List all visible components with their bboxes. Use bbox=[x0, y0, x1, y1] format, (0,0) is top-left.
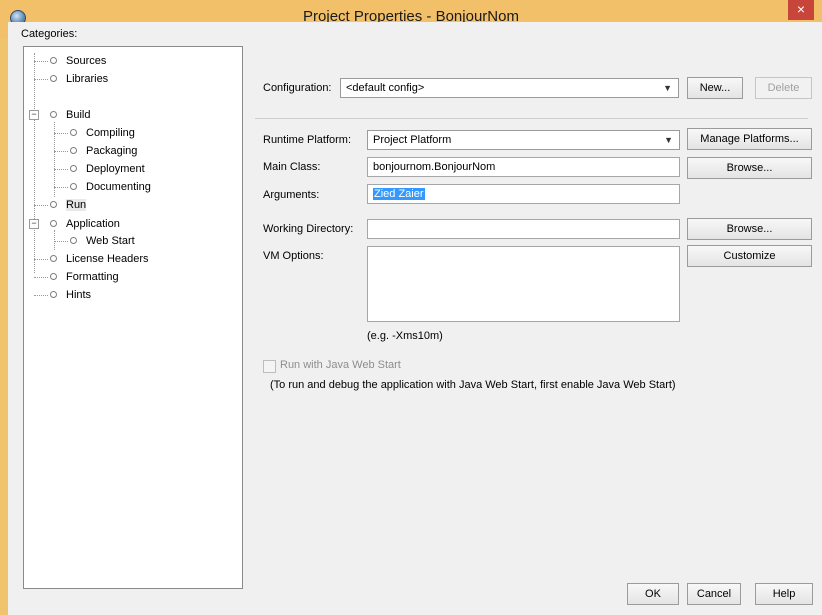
tree-item-deployment[interactable]: Deployment bbox=[70, 160, 145, 178]
vm-options-label: VM Options: bbox=[263, 250, 324, 262]
vm-options-textarea[interactable] bbox=[367, 246, 680, 322]
delete-config-button[interactable]: Delete bbox=[755, 77, 812, 99]
tree-node-icon bbox=[50, 74, 57, 82]
runtime-platform-label: Runtime Platform: bbox=[263, 134, 352, 146]
vm-options-hint: (e.g. -Xms10m) bbox=[367, 330, 443, 342]
tree-node-icon bbox=[50, 110, 57, 118]
help-button[interactable]: Help bbox=[755, 583, 813, 605]
chevron-down-icon: ▼ bbox=[663, 83, 672, 93]
tree-item-license-headers[interactable]: License Headers bbox=[50, 250, 149, 268]
main-class-field[interactable]: bonjournom.BonjourNom bbox=[367, 157, 680, 177]
close-button[interactable]: × bbox=[788, 0, 814, 20]
tree-item-hints[interactable]: Hints bbox=[50, 286, 91, 304]
tree-node-icon bbox=[50, 200, 57, 208]
tree-node-icon bbox=[70, 128, 77, 136]
cancel-button[interactable]: Cancel bbox=[687, 583, 741, 605]
categories-label: Categories: bbox=[21, 28, 78, 40]
working-directory-field[interactable] bbox=[367, 219, 680, 239]
project-properties-window: Project Properties - BonjourNom × Catego… bbox=[0, 0, 822, 615]
tree-item-web-start[interactable]: Web Start bbox=[70, 232, 135, 250]
tree-node-icon bbox=[50, 272, 57, 280]
tree-item-run[interactable]: Run bbox=[50, 196, 87, 214]
main-class-label: Main Class: bbox=[263, 161, 321, 173]
tree-item-application[interactable]: Application bbox=[50, 215, 120, 233]
working-directory-label: Working Directory: bbox=[263, 223, 354, 235]
configuration-select[interactable]: <default config> ▼ bbox=[340, 78, 679, 98]
browse-main-class-button[interactable]: Browse... bbox=[687, 157, 812, 179]
new-config-button[interactable]: New... bbox=[687, 77, 743, 99]
tree-item-documenting[interactable]: Documenting bbox=[70, 178, 151, 196]
tree-node-icon bbox=[50, 254, 57, 262]
tree-item-compiling[interactable]: Compiling bbox=[70, 124, 135, 142]
tree-node-icon bbox=[50, 290, 57, 298]
arguments-selected-text: Zied Zaier bbox=[373, 188, 425, 200]
tree-item-libraries[interactable]: Libraries bbox=[50, 70, 108, 88]
manage-platforms-button[interactable]: Manage Platforms... bbox=[687, 128, 812, 150]
run-with-web-start-checkbox[interactable] bbox=[263, 360, 276, 373]
chevron-down-icon: ▼ bbox=[664, 135, 673, 145]
tree-node-icon bbox=[70, 236, 77, 244]
separator bbox=[255, 118, 808, 119]
tree-node-icon bbox=[70, 182, 77, 190]
tree-node-icon bbox=[70, 164, 77, 172]
categories-tree[interactable]: − − Sources Libraries Build Compiling Pa… bbox=[23, 46, 243, 589]
tree-item-build[interactable]: Build bbox=[50, 106, 90, 124]
build-expander-icon[interactable]: − bbox=[29, 110, 39, 120]
ok-button[interactable]: OK bbox=[627, 583, 679, 605]
tree-item-packaging[interactable]: Packaging bbox=[70, 142, 137, 160]
web-start-note: (To run and debug the application with J… bbox=[270, 379, 676, 391]
application-expander-icon[interactable]: − bbox=[29, 219, 39, 229]
tree-node-icon bbox=[50, 219, 57, 227]
tree-item-formatting[interactable]: Formatting bbox=[50, 268, 119, 286]
customize-vm-options-button[interactable]: Customize bbox=[687, 245, 812, 267]
arguments-label: Arguments: bbox=[263, 189, 320, 201]
runtime-platform-select[interactable]: Project Platform ▼ bbox=[367, 130, 680, 150]
tree-node-icon bbox=[70, 146, 77, 154]
run-with-web-start-label: Run with Java Web Start bbox=[280, 359, 401, 371]
arguments-field[interactable]: Zied Zaier bbox=[367, 184, 680, 204]
browse-working-directory-button[interactable]: Browse... bbox=[687, 218, 812, 240]
configuration-label: Configuration: bbox=[263, 82, 332, 94]
tree-node-icon bbox=[50, 56, 57, 64]
tree-item-sources[interactable]: Sources bbox=[50, 52, 106, 70]
